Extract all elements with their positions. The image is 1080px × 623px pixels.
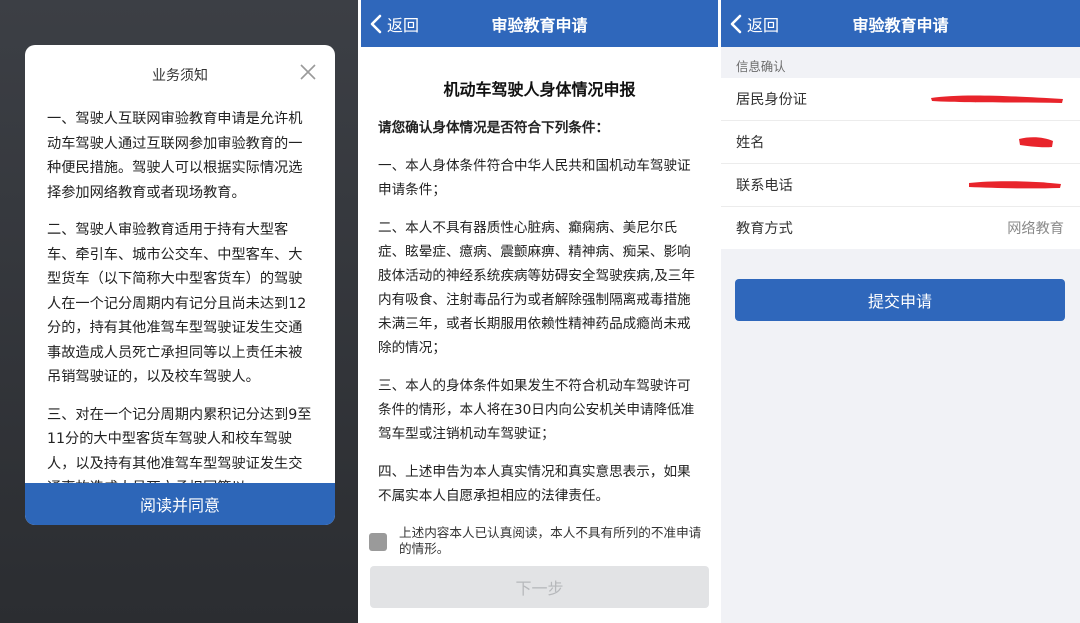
info-label: 教育方式 bbox=[736, 221, 793, 237]
agree-text: 上述内容本人已认真阅读，本人不具有所列的不准申请的情形。 bbox=[399, 525, 702, 556]
notice-dialog: 业务须知 一、驾驶人互联网审验教育申请是允许机动车驾驶人通过互联网参加审验教育的… bbox=[25, 45, 335, 525]
info-row-phone: 联系电话 bbox=[721, 164, 1080, 207]
redaction-mark bbox=[931, 95, 1063, 103]
notice-screen: 业务须知 一、驾驶人互联网审验教育申请是允许机动车驾驶人通过互联网参加审验教育的… bbox=[0, 0, 358, 623]
back-label: 返回 bbox=[387, 15, 420, 35]
info-row-id-card: 居民身份证 bbox=[721, 78, 1080, 121]
notice-text: 一、驾驶人互联网审验教育申请是允许机动车驾驶人通过互联网参加审验教育的一种便民措… bbox=[47, 107, 313, 485]
info-list: 居民身份证 姓名 联系电话 教育方式 网络教育 bbox=[721, 78, 1080, 249]
declaration-text: 请您确认身体情况是否符合下列条件： 一、本人身体条件符合中华人民共和国机动车驾驶… bbox=[378, 116, 702, 522]
confirm-screen: 返回 审验教育申请 信息确认 居民身份证 姓名 联系电话 教育方式 网络教育 提… bbox=[721, 0, 1080, 623]
declaration-item-2: 二、本人不具有器质性心脏病、癫痫病、美尼尔氏症、眩晕症、癔病、震颤麻痹、精神病、… bbox=[378, 220, 695, 356]
section-header: 信息确认 bbox=[736, 59, 786, 74]
redaction-mark bbox=[1019, 137, 1053, 148]
back-button[interactable]: 返回 bbox=[729, 0, 779, 47]
education-mode-value: 网络教育 bbox=[1007, 221, 1064, 237]
dialog-title: 业务须知 bbox=[152, 68, 208, 84]
submit-application-button[interactable]: 提交申请 bbox=[735, 279, 1065, 321]
declaration-lead: 请您确认身体情况是否符合下列条件： bbox=[378, 120, 610, 136]
nav-bar: 返回 审验教育申请 bbox=[361, 0, 718, 47]
declaration-item-4: 四、上述申告为本人真实情况和真实意思表示，如果不属实本人自愿承担相应的法律责任。 bbox=[378, 464, 691, 504]
declaration-item-1: 一、本人身体条件符合中华人民共和国机动车驾驶证申请条件； bbox=[378, 158, 691, 198]
redaction-mark bbox=[969, 181, 1061, 189]
info-label: 姓名 bbox=[736, 135, 765, 151]
nav-bar: 返回 审验教育申请 bbox=[721, 0, 1080, 47]
read-and-agree-button[interactable]: 阅读并同意 bbox=[25, 483, 335, 525]
chevron-left-icon bbox=[730, 14, 742, 33]
next-step-button[interactable]: 下一步 bbox=[370, 566, 709, 608]
info-label: 居民身份证 bbox=[736, 92, 807, 108]
info-label: 联系电话 bbox=[736, 178, 793, 194]
declaration-screen: 返回 审验教育申请 机动车驾驶人身体情况申报 请您确认身体情况是否符合下列条件：… bbox=[361, 0, 718, 623]
notice-paragraph-3: 三、对在一个记分周期内累积记分达到9至11分的大中型客货车驾驶人和校车驾驶人，以… bbox=[47, 406, 312, 486]
close-icon[interactable] bbox=[299, 63, 317, 81]
declaration-title: 机动车驾驶人身体情况申报 bbox=[443, 80, 636, 99]
chevron-left-icon bbox=[370, 14, 382, 33]
agree-checkbox[interactable] bbox=[369, 533, 387, 551]
declaration-item-3: 三、本人的身体条件如果发生不符合机动车驾驶许可条件的情形，本人将在30日内向公安… bbox=[378, 378, 695, 442]
notice-paragraph-1: 一、驾驶人互联网审验教育申请是允许机动车驾驶人通过互联网参加审验教育的一种便民措… bbox=[47, 111, 303, 201]
info-row-name: 姓名 bbox=[721, 121, 1080, 164]
back-label: 返回 bbox=[747, 15, 780, 35]
info-row-education-mode: 教育方式 网络教育 bbox=[721, 207, 1080, 249]
screenshot-collage: 业务须知 一、驾驶人互联网审验教育申请是允许机动车驾驶人通过互联网参加审验教育的… bbox=[0, 0, 1080, 623]
back-button[interactable]: 返回 bbox=[369, 0, 419, 47]
notice-paragraph-2: 二、驾驶人审验教育适用于持有大型客车、牵引车、城市公交车、中型客车、大型货车（以… bbox=[47, 222, 307, 385]
agree-row: 上述内容本人已认真阅读，本人不具有所列的不准申请的情形。 bbox=[369, 525, 704, 557]
